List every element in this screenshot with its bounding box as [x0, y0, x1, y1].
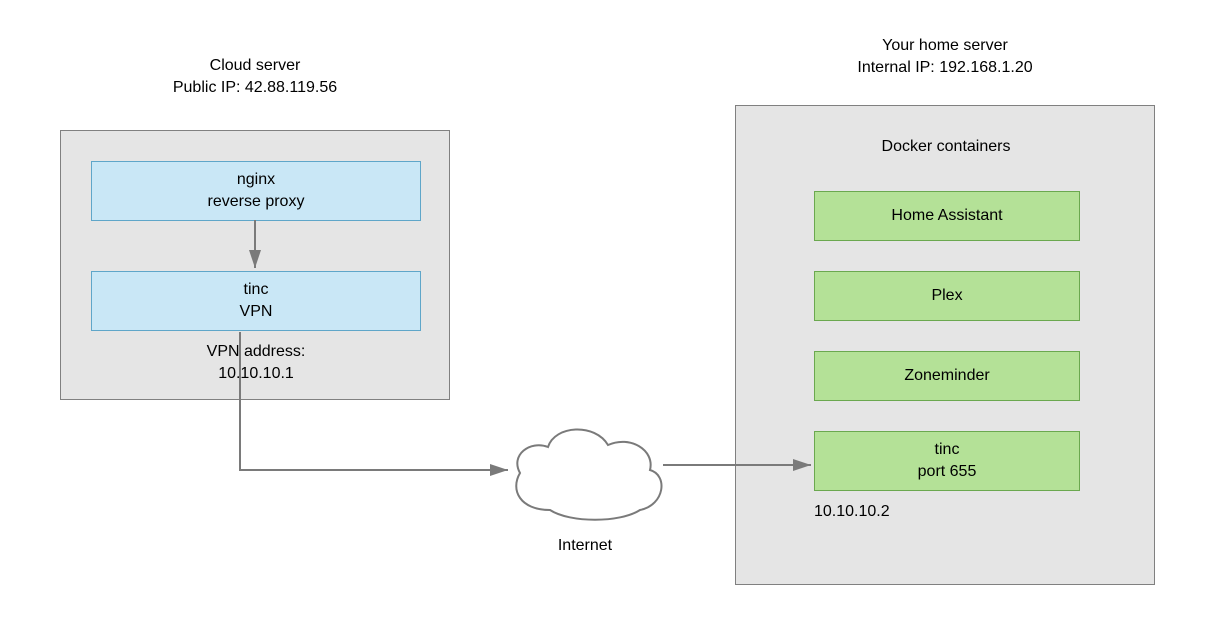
- home-assistant-label: Home Assistant: [891, 205, 1002, 227]
- tinc-port-line2: port 655: [918, 461, 977, 483]
- tinc-ip-label: 10.10.10.2: [814, 501, 890, 523]
- docker-header: Docker containers: [736, 136, 1156, 158]
- tinc-vpn-box: tinc VPN: [91, 271, 421, 331]
- home-server-title: Your home server Internal IP: 192.168.1.…: [735, 35, 1155, 78]
- home-title-line2: Internal IP: 192.168.1.20: [735, 57, 1155, 79]
- plex-box: Plex: [814, 271, 1080, 321]
- vpn-addr-line2: 10.10.10.1: [91, 363, 421, 385]
- cloud-title-line2: Public IP: 42.88.119.56: [60, 77, 450, 99]
- cloud-title-line1: Cloud server: [60, 55, 450, 77]
- nginx-line2: reverse proxy: [208, 191, 305, 213]
- zoneminder-label: Zoneminder: [904, 365, 989, 387]
- zoneminder-box: Zoneminder: [814, 351, 1080, 401]
- internet-cloud-icon: [500, 415, 670, 525]
- tinc-port-line1: tinc: [935, 439, 960, 461]
- tinc-line1: tinc: [244, 279, 269, 301]
- cloud-server-title: Cloud server Public IP: 42.88.119.56: [60, 55, 450, 98]
- nginx-line1: nginx: [237, 169, 275, 191]
- tinc-line2: VPN: [240, 301, 273, 323]
- vpn-addr-line1: VPN address:: [91, 341, 421, 363]
- tinc-port-box: tinc port 655: [814, 431, 1080, 491]
- home-assistant-box: Home Assistant: [814, 191, 1080, 241]
- cloud-server-container: nginx reverse proxy tinc VPN VPN address…: [60, 130, 450, 400]
- home-title-line1: Your home server: [735, 35, 1155, 57]
- home-server-container: Docker containers Home Assistant Plex Zo…: [735, 105, 1155, 585]
- internet-label: Internet: [500, 535, 670, 557]
- vpn-address-label: VPN address: 10.10.10.1: [91, 341, 421, 384]
- plex-label: Plex: [931, 285, 962, 307]
- nginx-box: nginx reverse proxy: [91, 161, 421, 221]
